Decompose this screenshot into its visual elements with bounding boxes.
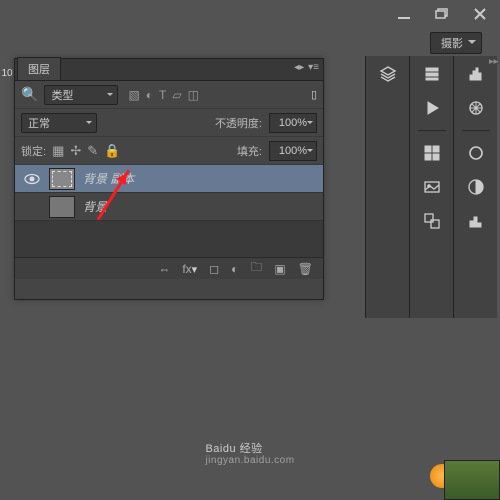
watermark-url: jingyan.baidu.com (205, 455, 294, 466)
trash-icon[interactable]: 🗑 (298, 262, 313, 276)
minimize-button[interactable] (392, 5, 416, 23)
panel-collapse-icon[interactable]: ◂▸ (294, 62, 304, 73)
canvas-thumbnail (444, 460, 500, 500)
layer-thumbnail[interactable] (49, 168, 75, 190)
layer-row[interactable]: 背景 副本 (15, 165, 323, 193)
ruler-value: 10 (0, 58, 14, 88)
workspace-dropdown[interactable]: 摄影 (430, 32, 482, 54)
new-layer-icon[interactable]: ▣ (274, 262, 285, 276)
filter-image-icon[interactable]: ▧ (128, 88, 139, 102)
filter-smart-icon[interactable]: ◫ (188, 88, 199, 102)
adjustment-icon[interactable]: ◐ (231, 262, 238, 276)
fill-label: 填充: (237, 143, 262, 159)
link-layers-icon[interactable]: ⇔ (158, 262, 170, 276)
filter-adjust-icon[interactable]: ◐ (146, 88, 153, 102)
lock-pixels-icon[interactable]: ▦ (52, 143, 64, 159)
mask-icon[interactable]: ◻ (209, 262, 219, 276)
watermark-brand: Baidu 经验 (205, 443, 262, 455)
filter-shape-icon[interactable]: ▱ (172, 88, 181, 102)
lock-position-icon[interactable]: ✢ (70, 143, 81, 159)
halftone-icon[interactable] (462, 175, 490, 199)
layer-list: 背景 副本 背景 (15, 165, 323, 221)
search-icon: 🔍 (21, 86, 38, 103)
stack-icon[interactable] (418, 62, 446, 86)
blend-mode-dropdown[interactable]: 正常 (21, 113, 97, 133)
panel-menu-icon[interactable]: ▾≡ (308, 62, 319, 73)
watermark: Baidu 经验 jingyan.baidu.com (205, 436, 294, 466)
group-icon[interactable]: 🗀 (250, 258, 262, 279)
lock-all-icon[interactable]: 🔒 (104, 143, 120, 159)
lock-brush-icon[interactable]: ✎ (87, 143, 98, 159)
tab-layers[interactable]: 图层 (17, 57, 61, 80)
filter-type-icon[interactable]: T (159, 88, 166, 102)
visibility-toggle[interactable] (15, 173, 49, 185)
layer-name[interactable]: 背景 (81, 198, 323, 215)
layers-dock-icon[interactable] (374, 62, 402, 86)
levels-icon[interactable] (462, 209, 490, 233)
layer-row[interactable]: 背景 (15, 193, 323, 221)
lock-label: 锁定: (21, 143, 46, 159)
opacity-input[interactable]: 100% (269, 113, 317, 133)
right-dock: ▸▸ ▸▸ ▸▸ (365, 56, 500, 318)
fill-input[interactable]: 100% (269, 141, 317, 161)
layers-panel: 图层 ◂▸ ▾≡ 🔍 类型 ▧ ◐ T ▱ ◫ ▯ 正常 不透明度: 100% … (14, 58, 324, 300)
close-button[interactable] (468, 5, 492, 23)
restore-button[interactable] (430, 5, 454, 23)
layer-thumbnail[interactable] (49, 196, 75, 218)
layer-empty-area (15, 221, 323, 257)
filter-type-dropdown[interactable]: 类型 (44, 85, 118, 105)
gallery-icon[interactable] (418, 175, 446, 199)
layer-name[interactable]: 背景 副本 (81, 170, 323, 187)
histogram-icon[interactable] (462, 62, 490, 86)
swap-icon[interactable] (418, 209, 446, 233)
opacity-label: 不透明度: (215, 115, 262, 131)
filter-toggle-icon[interactable]: ▯ (311, 88, 317, 101)
fx-icon[interactable]: fx▾ (182, 262, 197, 276)
circle-icon[interactable] (462, 141, 490, 165)
wheel-icon[interactable] (462, 96, 490, 120)
workspace-label: 摄影 (441, 38, 463, 50)
collapse-grip-icon[interactable]: ▸▸ (489, 56, 498, 67)
play-icon[interactable] (418, 96, 446, 120)
grid-icon[interactable] (418, 141, 446, 165)
